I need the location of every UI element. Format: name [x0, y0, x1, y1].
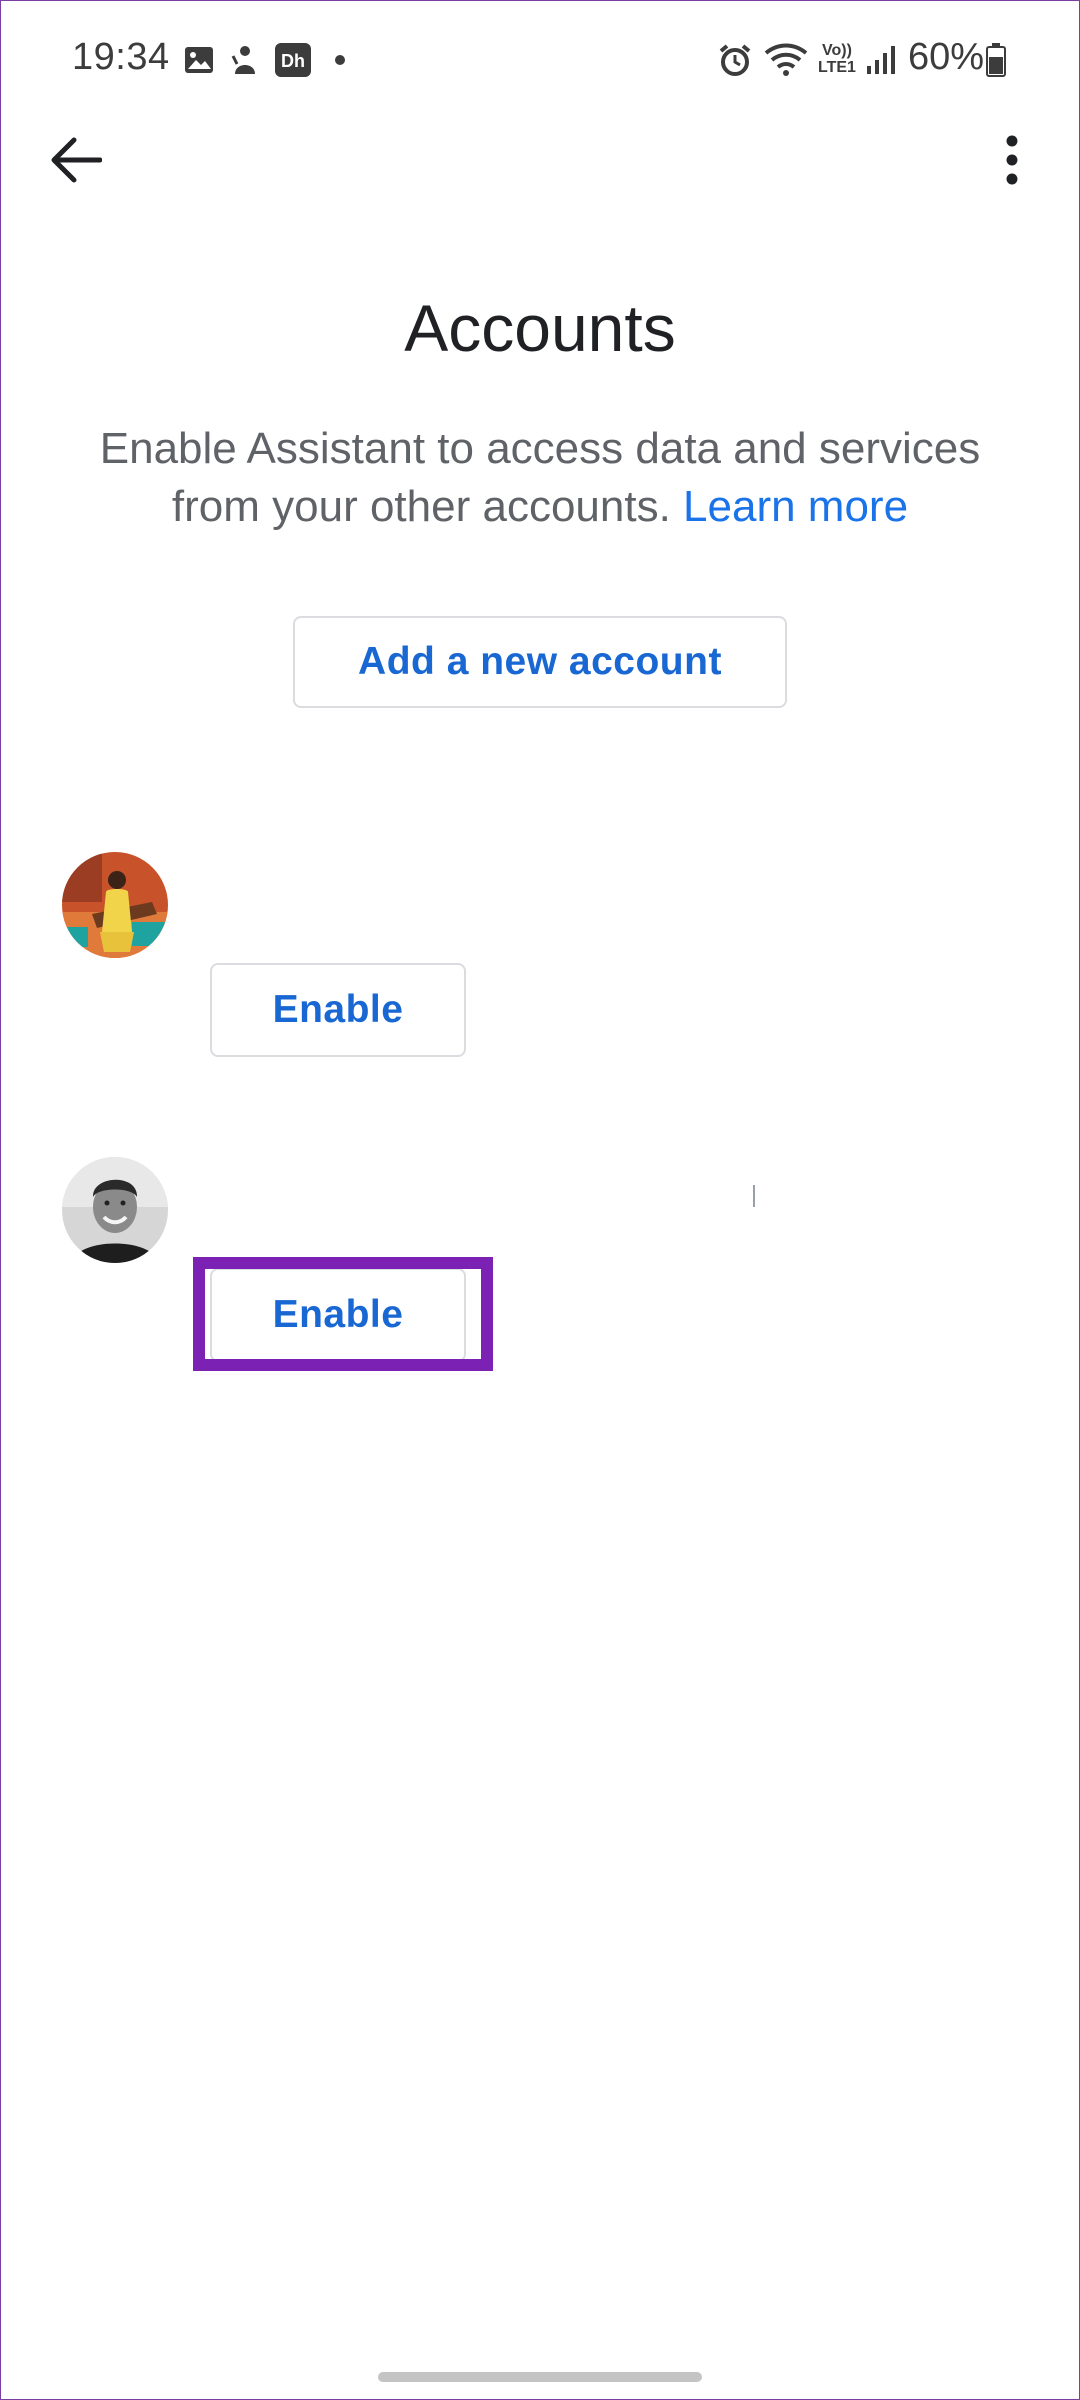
gallery-icon [182, 42, 216, 78]
account-avatar-2 [62, 1157, 168, 1263]
battery-percent: 60% [908, 36, 985, 78]
dot-icon [330, 42, 350, 78]
add-account-button[interactable]: Add a new account [293, 616, 787, 708]
account-avatar-1 [62, 852, 168, 958]
page-description: Enable Assistant to access data and serv… [50, 420, 1030, 536]
wifi-icon [762, 42, 810, 78]
status-bar: 19:34 Dh Vo)) LTE1 60% [0, 0, 1080, 120]
alarm-icon [716, 42, 754, 78]
svg-text:Dh: Dh [281, 51, 305, 71]
volte-icon: Vo)) LTE1 [818, 42, 856, 76]
home-indicator[interactable] [378, 2372, 702, 2382]
enable-button-account-1[interactable]: Enable [210, 963, 466, 1057]
highlight-box [193, 1257, 493, 1371]
battery-icon [984, 42, 1008, 78]
signal-icon [864, 42, 898, 78]
disney-hotstar-icon: Dh [274, 42, 312, 78]
app-notification-icon [228, 42, 262, 78]
page-title: Accounts [404, 291, 676, 365]
status-time: 19:34 [72, 36, 170, 78]
back-button[interactable] [44, 130, 108, 194]
learn-more-link[interactable]: Learn more [683, 482, 908, 531]
more-vert-icon [1004, 135, 1020, 190]
text-cursor [753, 1185, 755, 1207]
more-options-button[interactable] [980, 130, 1044, 194]
arrow-back-icon [50, 137, 103, 188]
